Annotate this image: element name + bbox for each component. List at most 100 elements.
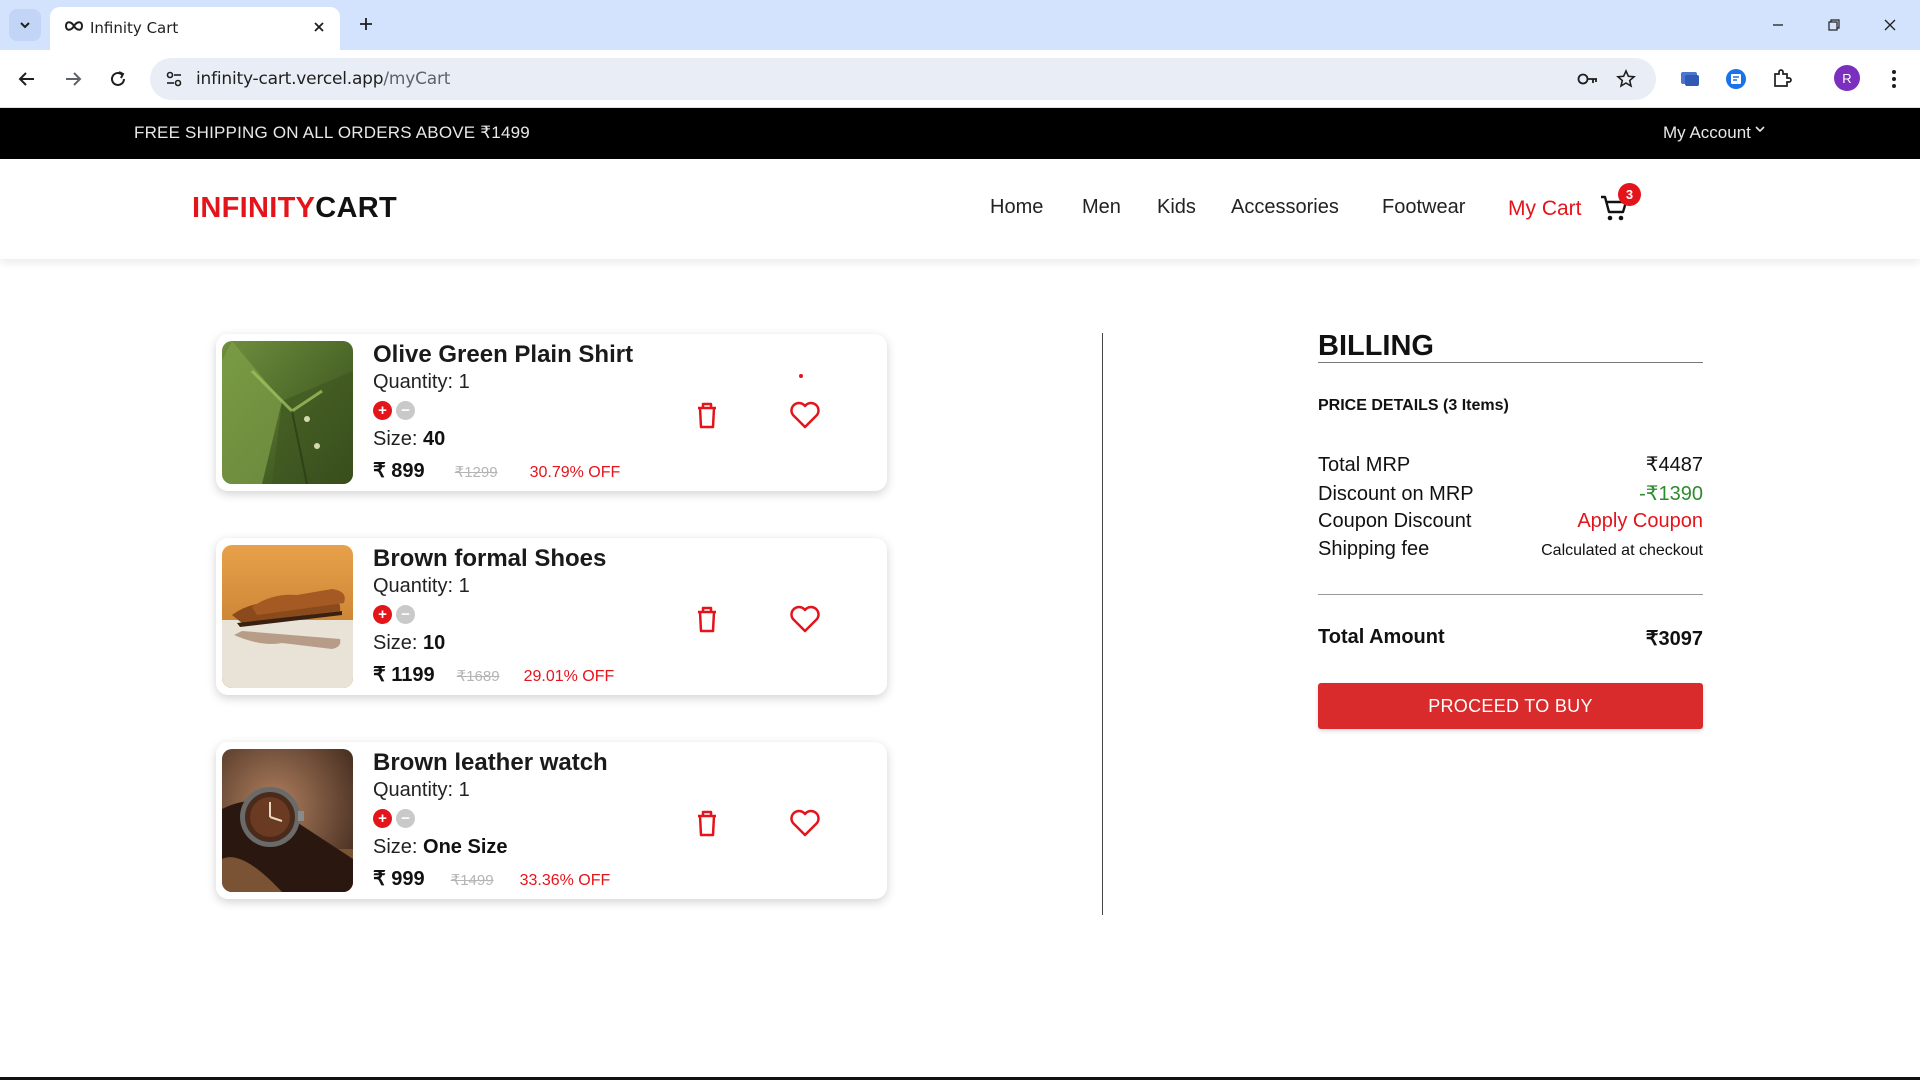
billing-row-discount: Discount on MRP -₹1390: [1318, 481, 1703, 506]
heart-icon[interactable]: [789, 808, 821, 838]
bill-value: -₹1390: [1639, 483, 1703, 505]
size-label: Size:: [373, 428, 424, 450]
extension-chat-icon[interactable]: [1676, 65, 1704, 93]
browser-toolbar: infinity-cart.vercel.app/myCart R: [0, 50, 1920, 108]
cart-item-card: Brown leather watch Quantity: 1 + − Size…: [216, 742, 887, 899]
item-mrp: ₹1499: [450, 872, 494, 889]
nav-footwear[interactable]: Footwear: [1382, 196, 1465, 219]
browser-tab-bar: Infinity Cart: [0, 0, 1920, 50]
nav-accessories[interactable]: Accessories: [1231, 196, 1339, 219]
quantity-increase-button[interactable]: +: [373, 401, 392, 420]
quantity-decrease-button[interactable]: −: [396, 401, 415, 420]
url-host: infinity-cart.vercel.app: [196, 69, 384, 89]
forward-button[interactable]: [55, 61, 91, 97]
item-quantity: Quantity: 1: [373, 371, 470, 393]
item-name: Olive Green Plain Shirt: [373, 341, 634, 368]
billing-row-shipping: Shipping fee Calculated at checkout: [1318, 538, 1703, 561]
product-image-shirt[interactable]: [222, 341, 353, 484]
tab-title: Infinity Cart: [90, 19, 179, 37]
logo-black-text: CART: [315, 192, 397, 224]
trash-icon[interactable]: [693, 604, 721, 634]
bill-label: Coupon Discount: [1318, 510, 1472, 532]
nav-kids[interactable]: Kids: [1157, 196, 1196, 219]
item-quantity: Quantity: 1: [373, 779, 470, 801]
product-image-watch[interactable]: [222, 749, 353, 892]
item-price: ₹ 899: [373, 460, 425, 482]
plus-icon: [360, 18, 372, 30]
item-mrp: ₹1689: [456, 668, 500, 685]
item-price: ₹ 999: [373, 868, 425, 890]
item-discount: 29.01% OFF: [523, 668, 615, 685]
size-value: One Size: [423, 836, 508, 858]
restore-button[interactable]: [1816, 10, 1852, 40]
bill-value: ₹4487: [1645, 454, 1703, 476]
price-row: ₹ 1199 ₹1689 29.01% OFF: [373, 662, 614, 687]
bill-label: Shipping fee: [1318, 538, 1430, 560]
new-tab-button[interactable]: [352, 10, 380, 38]
wishlist-indicator-dot: [799, 374, 803, 378]
promo-bar: FREE SHIPPING ON ALL ORDERS ABOVE ₹1499 …: [0, 108, 1920, 159]
trash-icon[interactable]: [693, 808, 721, 838]
size-label: Size:: [373, 632, 424, 654]
my-account-label: My Account: [1663, 123, 1751, 142]
heart-icon[interactable]: [789, 400, 821, 430]
cart-item-card: Brown formal Shoes Quantity: 1 + − Size:…: [216, 538, 887, 695]
puzzle-icon[interactable]: [1768, 65, 1796, 93]
billing-divider: [1318, 362, 1703, 363]
forward-arrow-icon: [66, 72, 82, 86]
key-icon[interactable]: [1576, 67, 1600, 91]
restore-icon: [1828, 19, 1840, 31]
minimize-icon: [1773, 24, 1783, 26]
site-logo[interactable]: INFINITYCART: [192, 192, 397, 225]
reload-button[interactable]: [100, 61, 136, 97]
site-settings-icon[interactable]: [162, 67, 186, 91]
minimize-button[interactable]: [1760, 10, 1796, 40]
infinity-icon: [64, 21, 84, 31]
window-close-button[interactable]: [1872, 10, 1908, 40]
item-discount: 30.79% OFF: [529, 464, 621, 481]
billing-row-coupon: Coupon Discount Apply Coupon: [1318, 510, 1703, 533]
url-text: infinity-cart.vercel.app/myCart: [196, 69, 450, 89]
browser-tab-active[interactable]: Infinity Cart: [50, 7, 340, 50]
extension-translate-icon[interactable]: [1722, 65, 1750, 93]
nav-home[interactable]: Home: [990, 196, 1043, 219]
bill-value: Calculated at checkout: [1541, 542, 1703, 559]
item-name: Brown formal Shoes: [373, 545, 607, 572]
quantity-increase-button[interactable]: +: [373, 605, 392, 624]
item-price: ₹ 1199: [373, 664, 435, 686]
back-arrow-icon: [18, 72, 34, 86]
chevron-down-icon: [1755, 126, 1765, 133]
profile-avatar[interactable]: R: [1834, 65, 1860, 91]
star-icon[interactable]: [1614, 67, 1638, 91]
heart-icon[interactable]: [789, 604, 821, 634]
quantity-increase-button[interactable]: +: [373, 809, 392, 828]
proceed-to-buy-button[interactable]: PROCEED TO BUY: [1318, 683, 1703, 729]
back-button[interactable]: [9, 61, 45, 97]
item-size: Size: 40: [373, 428, 445, 451]
apply-coupon-link[interactable]: Apply Coupon: [1577, 510, 1703, 533]
promo-text: FREE SHIPPING ON ALL ORDERS ABOVE ₹1499: [134, 123, 530, 142]
logo-red-text: INFINITY: [192, 192, 316, 224]
reload-icon: [111, 71, 125, 86]
item-mrp: ₹1299: [454, 464, 498, 481]
price-row: ₹ 999 ₹1499 33.36% OFF: [373, 866, 610, 891]
my-account-menu[interactable]: My Account: [1663, 123, 1766, 143]
tab-search-button[interactable]: [9, 9, 41, 41]
price-row: ₹ 899 ₹1299 30.79% OFF: [373, 458, 620, 483]
more-vert-icon[interactable]: [1880, 65, 1908, 93]
billing-title: BILLING: [1318, 330, 1434, 362]
nav-my-cart[interactable]: My Cart: [1508, 197, 1582, 221]
total-label: Total Amount: [1318, 626, 1445, 648]
chevron-down-icon: [20, 22, 30, 29]
address-bar[interactable]: infinity-cart.vercel.app/myCart: [150, 58, 1656, 100]
quantity-decrease-button[interactable]: −: [396, 809, 415, 828]
nav-men[interactable]: Men: [1082, 196, 1121, 219]
item-size: Size: One Size: [373, 836, 508, 859]
quantity-decrease-button[interactable]: −: [396, 605, 415, 624]
size-value: 40: [423, 428, 446, 450]
total-value: ₹3097: [1645, 628, 1703, 650]
product-image-shoes[interactable]: [222, 545, 353, 688]
tab-close-button[interactable]: [308, 16, 330, 38]
bill-label: Total MRP: [1318, 454, 1411, 476]
trash-icon[interactable]: [693, 400, 721, 430]
